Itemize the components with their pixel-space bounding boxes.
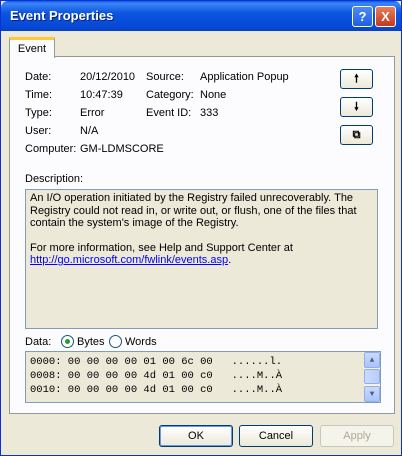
user-value: N/A xyxy=(80,125,99,137)
hex-line: 0010: 00 00 00 00 4d 01 00 c0 ....M..À xyxy=(30,384,283,396)
words-radio[interactable] xyxy=(109,335,122,348)
date-value: 20/12/2010 xyxy=(80,71,136,83)
date-label: Date: xyxy=(25,71,52,83)
time-label: Time: xyxy=(25,89,53,101)
close-button[interactable]: X xyxy=(375,6,396,27)
description-box[interactable]: An I/O operation initiated by the Regist… xyxy=(25,189,378,329)
next-event-button[interactable]: 🠗 xyxy=(340,97,373,117)
hex-line: 0008: 00 00 00 00 4d 01 00 c0 ....M..À xyxy=(30,370,283,382)
description-label: Description: xyxy=(25,173,84,185)
description-text: An I/O operation initiated by the Regist… xyxy=(30,192,357,229)
data-hex-box[interactable]: 0000: 00 00 00 00 01 00 6c 00 ......l. 0… xyxy=(25,351,381,403)
scroll-down-button[interactable]: ▼ xyxy=(364,386,380,402)
computer-value: GM-LDMSCORE xyxy=(80,143,164,155)
scroll-down-icon: ▼ xyxy=(369,389,375,399)
window-title: Event Properties xyxy=(10,8,114,23)
tab-event[interactable]: Event xyxy=(9,37,55,58)
hex-line: 0000: 00 00 00 00 01 00 6c 00 ......l. xyxy=(30,356,283,368)
time-value: 10:47:39 xyxy=(80,89,123,101)
type-label: Type: xyxy=(25,107,52,119)
computer-label: Computer: xyxy=(25,143,77,155)
source-value: Application Popup xyxy=(200,71,289,83)
data-label: Data: xyxy=(25,336,52,348)
event-properties-window: Event Properties ? X Event Date: 20/12/2… xyxy=(0,0,402,456)
help-link[interactable]: http://go.microsoft.com/fwlink/events.as… xyxy=(30,254,228,266)
user-label: User: xyxy=(25,125,52,137)
event-id-label: Event ID: xyxy=(146,107,192,119)
apply-button[interactable]: Apply xyxy=(320,425,394,447)
source-label: Source: xyxy=(146,71,184,83)
bytes-radio[interactable] xyxy=(61,335,74,348)
words-label[interactable]: Words xyxy=(125,336,157,348)
scroll-up-icon: ▲ xyxy=(369,355,375,365)
copy-button[interactable]: ⧉ xyxy=(340,125,373,145)
category-label: Category: xyxy=(146,89,194,101)
title-bar[interactable]: Event Properties ? X xyxy=(1,1,401,31)
help-button[interactable]: ? xyxy=(352,6,373,27)
description-help-text: For more information, see Help and Suppo… xyxy=(30,241,293,254)
arrow-up-icon: 🠕 xyxy=(354,72,359,85)
cancel-button[interactable]: Cancel xyxy=(239,425,313,447)
arrow-down-icon: 🠗 xyxy=(354,100,359,113)
scroll-up-button[interactable]: ▲ xyxy=(364,352,380,368)
data-scrollbar[interactable]: ▲ ▼ xyxy=(364,352,380,402)
event-id-value: 333 xyxy=(200,107,219,119)
previous-event-button[interactable]: 🠕 xyxy=(340,69,373,89)
bytes-label[interactable]: Bytes xyxy=(77,336,105,348)
link-suffix: . xyxy=(228,254,232,266)
ok-button[interactable]: OK xyxy=(159,425,233,447)
copy-icon: ⧉ xyxy=(352,128,361,141)
scroll-thumb[interactable] xyxy=(364,369,380,384)
type-value: Error xyxy=(80,107,105,119)
category-value: None xyxy=(200,89,227,101)
